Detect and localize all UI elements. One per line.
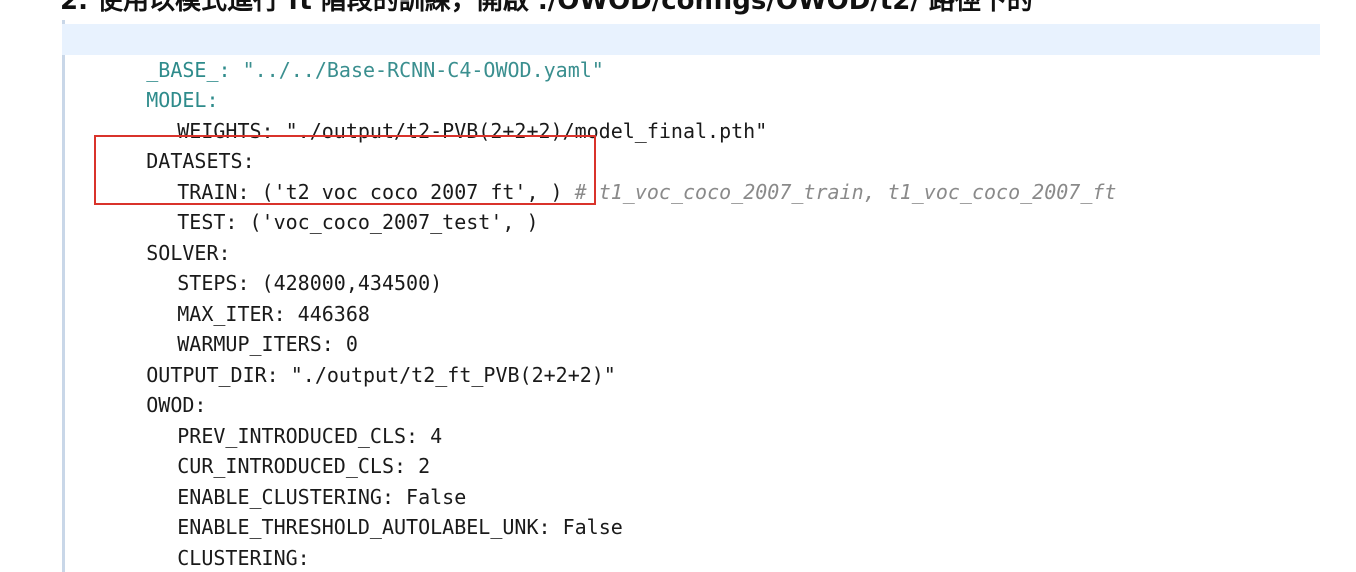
- code-line-max-iter[interactable]: MAX_ITER: 446368: [74, 268, 1320, 326]
- code-line-solver[interactable]: SOLVER:: [74, 207, 1320, 265]
- code-line-datasets[interactable]: DATASETS:: [74, 116, 1320, 173]
- code-line-enable-threshold-autolabel-unk[interactable]: ENABLE_THRESHOLD_AUTOLABEL_UNK: False: [74, 482, 1320, 539]
- code-line-output-dir[interactable]: OUTPUT_DIR: "./output/t2_ft_PVB(2+2+2)": [74, 329, 1320, 387]
- code-line-prev-introduced-cls[interactable]: PREV_INTRODUCED_CLS: 4: [74, 390, 1320, 448]
- code-editor[interactable]: _BASE_: "../../Base-RCNN-C4-OWOD.yaml" M…: [62, 20, 1322, 572]
- code-line-clustering[interactable]: CLUSTERING:: [74, 512, 1320, 570]
- code-line-base[interactable]: _BASE_: "../../Base-RCNN-C4-OWOD.yaml": [62, 24, 1320, 82]
- code-line-train[interactable]: TRAIN: ('t2_voc_coco_2007_ft', ) # t1_vo…: [74, 146, 1320, 204]
- caption-text: 2. 使用以模式進行 ft 階段的訓練，開啟 ./OWOD/configs/OW…: [60, 0, 1033, 16]
- code-lines[interactable]: _BASE_: "../../Base-RCNN-C4-OWOD.yaml" M…: [62, 24, 1320, 572]
- code-line-owod[interactable]: OWOD:: [74, 360, 1320, 417]
- code-line-warmup-iters[interactable]: WARMUP_ITERS: 0: [74, 299, 1320, 356]
- code-line-steps[interactable]: STEPS: (428000,434500): [74, 238, 1320, 295]
- code-line-test[interactable]: TEST: ('voc_coco_2007_test', ): [74, 177, 1320, 234]
- editor-gutter-line: [62, 20, 65, 572]
- code-line-start-iter[interactable]: START_ITER: 384669: [74, 543, 1320, 572]
- code-line-model[interactable]: MODEL:: [74, 55, 1320, 112]
- code-line-weights[interactable]: WEIGHTS: "./output/t2-PVB(2+2+2)/model_f…: [74, 85, 1320, 143]
- code-line-enable-clustering[interactable]: ENABLE_CLUSTERING: False: [74, 451, 1320, 509]
- code-line-cur-introduced-cls[interactable]: CUR_INTRODUCED_CLS: 2: [74, 421, 1320, 478]
